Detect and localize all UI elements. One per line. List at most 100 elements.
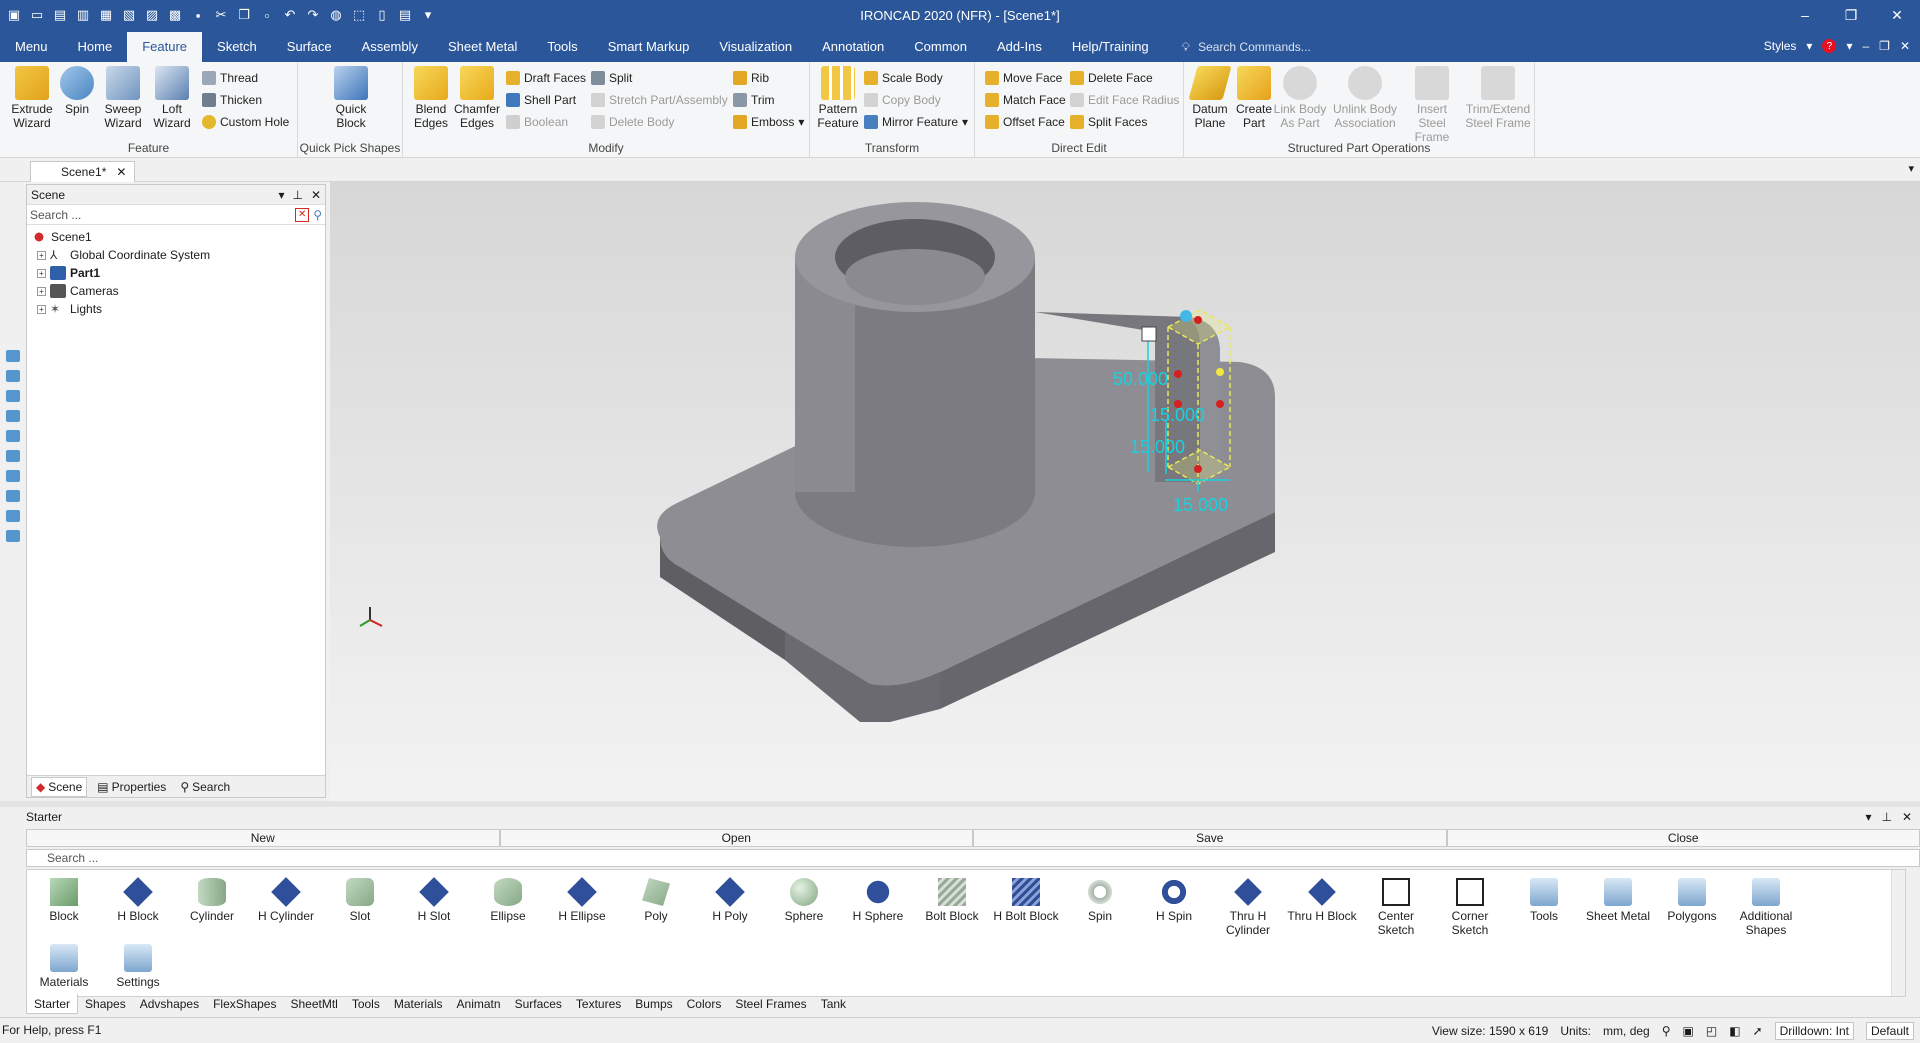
trim-button[interactable]: Trim: [733, 90, 775, 110]
dimension-width[interactable]: 15.000: [1173, 495, 1228, 516]
tree-item-cameras[interactable]: + Cameras: [31, 282, 325, 300]
chevron-down-icon[interactable]: ▾: [1846, 39, 1852, 53]
view-tool-icon[interactable]: [6, 410, 20, 422]
print-icon[interactable]: ▪: [188, 5, 208, 25]
catalog-item-h-poly[interactable]: H Poly: [693, 870, 767, 923]
spin-button[interactable]: Spin: [53, 66, 101, 116]
tab-surfaces[interactable]: Surfaces: [508, 994, 569, 1014]
tab-search[interactable]: ⚲Search: [176, 777, 234, 797]
tab-animatn[interactable]: Animatn: [450, 994, 508, 1014]
catalog-save-button[interactable]: Save: [973, 829, 1447, 847]
shell-part-button[interactable]: Shell Part: [506, 90, 576, 110]
chevron-down-icon[interactable]: ▾: [278, 188, 284, 202]
tab-scene1[interactable]: Scene1* ✕: [30, 161, 135, 182]
tab-common[interactable]: Common: [899, 32, 982, 62]
custom-hole-button[interactable]: Custom Hole: [202, 112, 289, 132]
tab-sheetmtl[interactable]: SheetMtl: [283, 994, 344, 1014]
tab-colors[interactable]: Colors: [680, 994, 729, 1014]
tab-home[interactable]: Home: [63, 32, 128, 62]
view-tool-icon[interactable]: [6, 390, 20, 402]
drilldown-select[interactable]: Drilldown: Int: [1775, 1022, 1854, 1040]
link-body-as-part-button[interactable]: Link Body As Part: [1272, 66, 1328, 130]
catalog-item-h-ellipse[interactable]: H Ellipse: [545, 870, 619, 923]
tab-starter[interactable]: Starter: [26, 994, 78, 1014]
tab-visualization[interactable]: Visualization: [704, 32, 807, 62]
pin-icon[interactable]: ⊥: [1881, 810, 1891, 824]
catalog-item-spin[interactable]: Spin: [1063, 870, 1137, 923]
catalog-search-input[interactable]: Search ...: [26, 849, 1920, 867]
layout-icon[interactable]: ▤: [395, 5, 415, 25]
thread-button[interactable]: Thread: [202, 68, 258, 88]
dimension-height[interactable]: 50.000: [1113, 369, 1168, 390]
tab-steel-frames[interactable]: Steel Frames: [728, 994, 813, 1014]
catalog-item-bolt-block[interactable]: Bolt Block: [915, 870, 989, 923]
catalog-item-h-bolt-block[interactable]: H Bolt Block: [989, 870, 1063, 923]
select-icon[interactable]: ⬚: [349, 5, 369, 25]
customize-icon[interactable]: ▾: [418, 5, 438, 25]
chamfer-edges-button[interactable]: Chamfer Edges: [453, 66, 501, 130]
catalog-item-center-sketch[interactable]: Center Sketch: [1359, 870, 1433, 937]
blend-edges-button[interactable]: Blend Edges: [407, 66, 455, 130]
pin-icon[interactable]: ⊥: [292, 188, 302, 202]
tab-sheet-metal[interactable]: Sheet Metal: [433, 32, 532, 62]
match-face-button[interactable]: Match Face: [985, 90, 1066, 110]
unlink-body-association-button[interactable]: Unlink Body Association: [1330, 66, 1400, 130]
tab-materials[interactable]: Materials: [387, 994, 450, 1014]
filter-icon[interactable]: ⚲: [313, 208, 322, 222]
offset-face-button[interactable]: Offset Face: [985, 112, 1065, 132]
catalog-item-h-spin[interactable]: H Spin: [1137, 870, 1211, 923]
edit-face-radius-button[interactable]: Edit Face Radius: [1070, 90, 1179, 110]
catalog-item-block[interactable]: Block: [27, 870, 101, 923]
close-window-button[interactable]: ✕: [1874, 0, 1920, 30]
pattern-feature-button[interactable]: Pattern Feature: [814, 66, 862, 130]
expand-icon[interactable]: +: [37, 269, 46, 278]
new-part-icon[interactable]: ▧: [119, 5, 139, 25]
catalog-item-ellipse[interactable]: Ellipse: [471, 870, 545, 923]
catalog-item-thru-h-block[interactable]: Thru H Block: [1285, 870, 1359, 923]
view-tool-icon[interactable]: [6, 530, 20, 542]
3d-viewport[interactable]: 50.000 15.000 15.000 15.000: [330, 182, 1920, 801]
extrude-wizard-button[interactable]: Extrude Wizard: [8, 66, 56, 130]
delete-face-button[interactable]: Delete Face: [1070, 68, 1153, 88]
restore-button[interactable]: ❐: [1828, 0, 1874, 30]
tree-item-lights[interactable]: + ✶ Lights: [31, 300, 325, 318]
chevron-down-icon[interactable]: ▾: [1806, 39, 1812, 53]
catalog-item-polygons[interactable]: Polygons: [1655, 870, 1729, 923]
catalog-item-slot[interactable]: Slot: [323, 870, 397, 923]
select-pointer-icon[interactable]: ➚: [1753, 1024, 1763, 1038]
mirror-feature-button[interactable]: Mirror Feature▾: [864, 112, 968, 132]
catalog-item-settings[interactable]: Settings: [101, 936, 175, 992]
view-tool-icon[interactable]: [6, 450, 20, 462]
trim-extend-steel-frame-button[interactable]: Trim/Extend Steel Frame: [1464, 66, 1532, 130]
view-tool-icon[interactable]: [6, 490, 20, 502]
tab-annotation[interactable]: Annotation: [807, 32, 899, 62]
cut-icon[interactable]: ✂: [211, 5, 231, 25]
move-face-button[interactable]: Move Face: [985, 68, 1062, 88]
catalog-item-cylinder[interactable]: Cylinder: [175, 870, 249, 923]
thicken-button[interactable]: Thicken: [202, 90, 262, 110]
tree-item-scene1[interactable]: Scene1: [31, 228, 325, 246]
catalog-item-h-cylinder[interactable]: H Cylinder: [249, 870, 323, 923]
tab-shapes[interactable]: Shapes: [78, 994, 133, 1014]
tab-tools-catalog[interactable]: Tools: [345, 994, 387, 1014]
new-drawing-icon[interactable]: ▦: [96, 5, 116, 25]
redo-icon[interactable]: ↷: [303, 5, 323, 25]
tab-flexshapes[interactable]: FlexShapes: [206, 994, 283, 1014]
doc-close-button[interactable]: ✕: [1900, 39, 1910, 53]
catalog-item-sheet-metal[interactable]: Sheet Metal: [1581, 870, 1655, 923]
catalog-item-sphere[interactable]: Sphere: [767, 870, 841, 923]
datum-plane-button[interactable]: Datum Plane: [1186, 66, 1234, 130]
rib-button[interactable]: Rib: [733, 68, 769, 88]
create-part-button[interactable]: Create Part: [1230, 66, 1278, 130]
catalog-item-additional-shapes[interactable]: Additional Shapes: [1729, 870, 1803, 937]
new-scene-icon[interactable]: ▤: [50, 5, 70, 25]
catalog-item-h-slot[interactable]: H Slot: [397, 870, 471, 923]
units-value[interactable]: mm, deg: [1603, 1024, 1650, 1038]
style-select[interactable]: Default: [1866, 1022, 1914, 1040]
pdf-icon[interactable]: ▥: [73, 5, 93, 25]
insert-steel-frame-button[interactable]: Insert Steel Frame: [1402, 66, 1462, 144]
view-tool-icon[interactable]: [6, 430, 20, 442]
clear-search-icon[interactable]: ✕: [295, 208, 309, 222]
styles-dropdown[interactable]: Styles: [1764, 39, 1797, 53]
scene-search-input[interactable]: Search ...: [30, 208, 295, 222]
